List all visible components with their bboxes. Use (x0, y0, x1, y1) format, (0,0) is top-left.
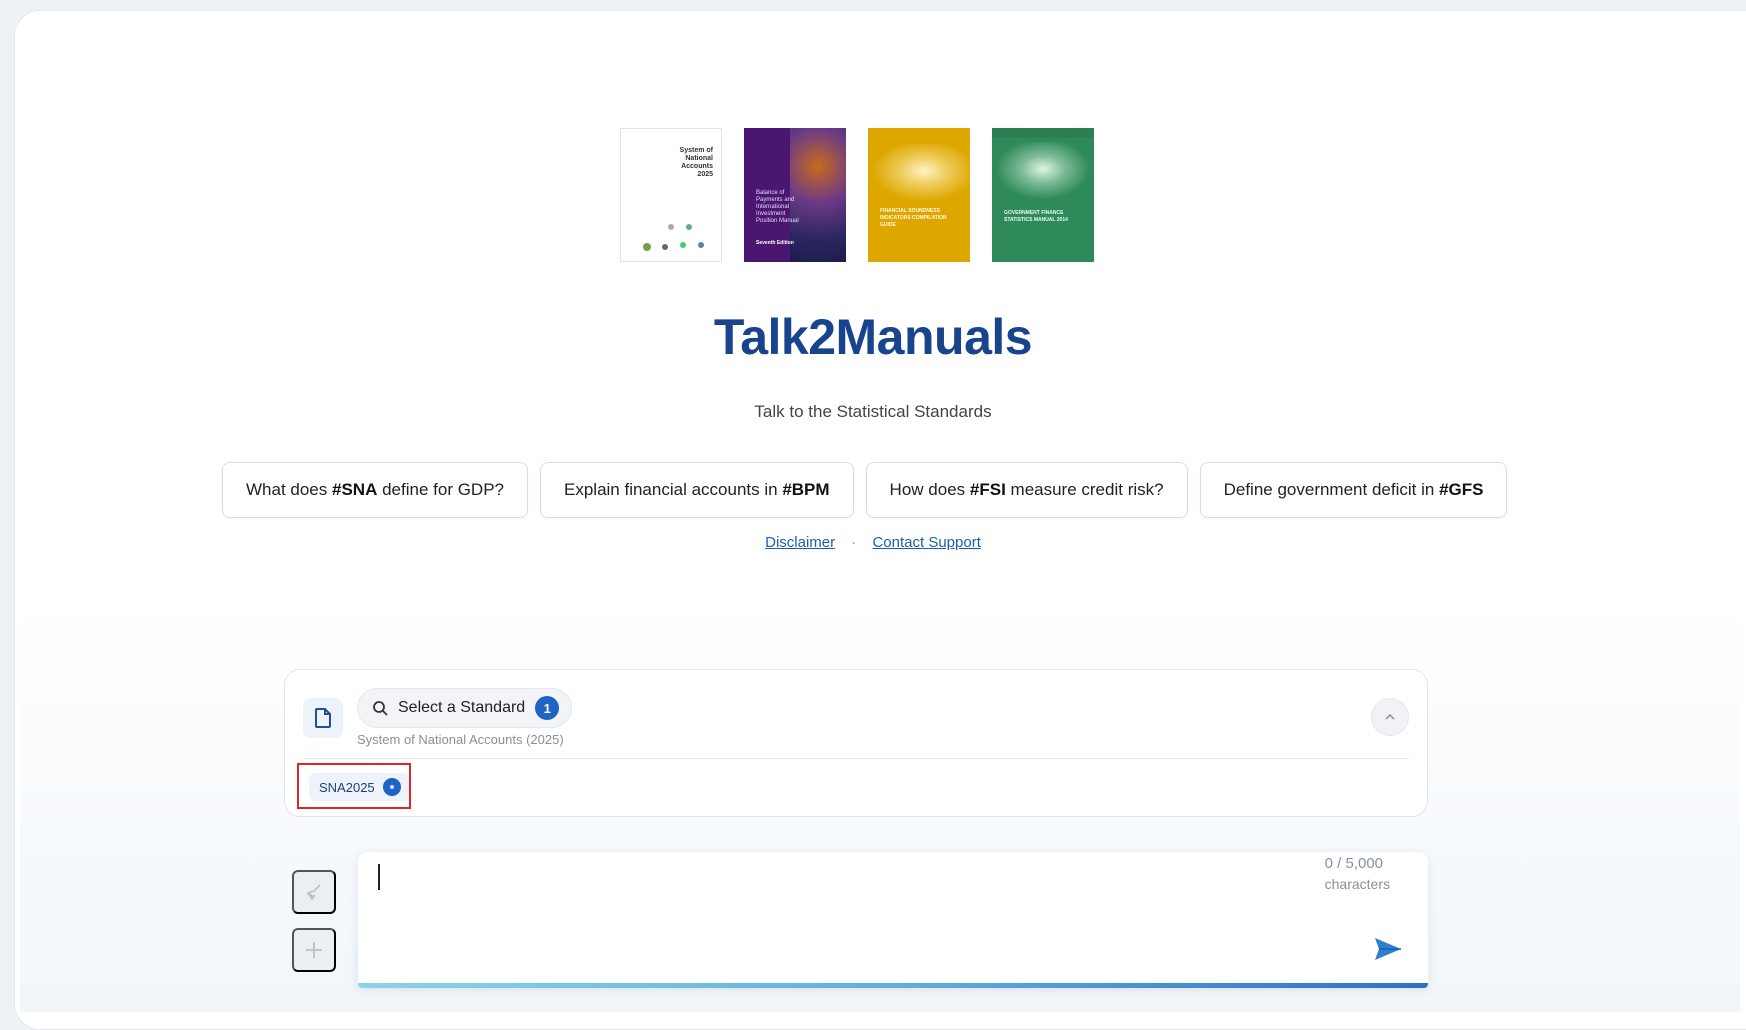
chevron-up-icon (1385, 713, 1395, 720)
select-standard-button[interactable]: Select a Standard 1 (357, 688, 573, 728)
cover-fsi-art (868, 144, 970, 204)
cover-sna-line: System of (679, 147, 713, 154)
standard-chip-sna2025[interactable]: SNA2025 (309, 773, 409, 801)
input-accent-bar (358, 983, 1428, 988)
cover-sna-line: 2025 (697, 171, 713, 178)
selected-standard-name: System of National Accounts (2025) (357, 732, 564, 747)
cover-gfs-art (992, 142, 1094, 202)
suggestion-text: What does (246, 480, 328, 499)
clear-chat-button[interactable] (292, 870, 336, 914)
selected-count-badge: 1 (535, 696, 560, 720)
contact-support-link[interactable]: Contact Support (872, 534, 980, 551)
footer-links: Disclaimer · Contact Support (0, 534, 1746, 551)
document-icon-glyph (315, 708, 331, 728)
page-subtitle: Talk to the Statistical Standards (754, 402, 992, 421)
suggestion-text: Define government deficit in (1223, 480, 1435, 499)
character-count: 0 / 5,000 (1324, 855, 1384, 872)
document-icon[interactable] (303, 698, 343, 738)
chat-input-card: 0 / 5,000 characters (358, 852, 1428, 988)
cover-sna-line: National (685, 155, 713, 162)
cover-sna-title: System of National Accounts 2025 (680, 147, 713, 179)
cover-gfs[interactable]: GOVERNMENT FINANCE STATISTICS MANUAL 201… (992, 128, 1094, 262)
suggestion-fsi[interactable]: How does #FSI measure credit risk? (865, 462, 1188, 518)
add-button[interactable] (292, 928, 336, 972)
suggestion-text: How does (889, 480, 966, 499)
suggestion-bpm[interactable]: Explain financial accounts in #BPM (540, 462, 854, 518)
cover-sna[interactable]: System of National Accounts 2025 (620, 128, 722, 262)
suggestion-list: What does #SNA define for GDP? Explain f… (222, 462, 1508, 518)
chat-input[interactable] (376, 862, 1276, 962)
disclaimer-link[interactable]: Disclaimer (765, 534, 835, 551)
search-icon (373, 701, 388, 716)
cover-bpm-title: Balance of Payments and International In… (756, 190, 799, 224)
cover-fsi[interactable]: FINANCIAL SOUNDNESS INDICATORS COMPILATI… (868, 128, 970, 262)
character-label: characters (1324, 876, 1390, 892)
suggestion-tag: #BPM (782, 480, 830, 499)
suggestion-sna[interactable]: What does #SNA define for GDP? (222, 462, 528, 518)
cover-bpm-edition: Seventh Edition (756, 240, 794, 246)
suggestion-gfs[interactable]: Define government deficit in #GFS (1199, 462, 1508, 518)
cover-sna-line: Accounts (681, 163, 713, 170)
send-button[interactable] (1372, 934, 1404, 964)
cover-sna-logos (643, 224, 704, 251)
cover-fsi-title: FINANCIAL SOUNDNESS INDICATORS COMPILATI… (880, 208, 947, 228)
cover-bpm[interactable]: Balance of Payments and International In… (744, 128, 846, 262)
standard-selector-panel: Select a Standard 1 System of National A… (284, 669, 1428, 817)
suggestion-text: measure credit risk? (1010, 480, 1164, 499)
manual-covers: System of National Accounts 2025 Balance… (620, 128, 1094, 262)
select-standard-label: Select a Standard (398, 699, 526, 716)
link-separator: · (851, 534, 857, 551)
suggestion-text: Explain financial accounts in (564, 480, 778, 499)
collapse-panel-button[interactable] (1371, 698, 1409, 736)
page-title: Talk2Manuals (713, 309, 1033, 365)
broom-icon (306, 884, 321, 901)
suggestion-tag: #GFS (1439, 480, 1484, 499)
character-counter: 0 / 5,000 characters (1325, 854, 1390, 894)
suggestion-tag: #SNA (332, 480, 378, 499)
send-icon (1375, 938, 1401, 960)
cover-gfs-title: GOVERNMENT FINANCE STATISTICS MANUAL 201… (1004, 210, 1068, 223)
cover-gfs-band (992, 128, 1094, 138)
suggestion-text: define for GDP? (382, 480, 504, 499)
standard-chip-label: SNA2025 (319, 779, 375, 795)
plus-icon (306, 942, 322, 958)
chip-remove-icon[interactable] (382, 778, 401, 796)
suggestion-tag: #FSI (969, 480, 1006, 499)
panel-divider (303, 758, 1409, 759)
